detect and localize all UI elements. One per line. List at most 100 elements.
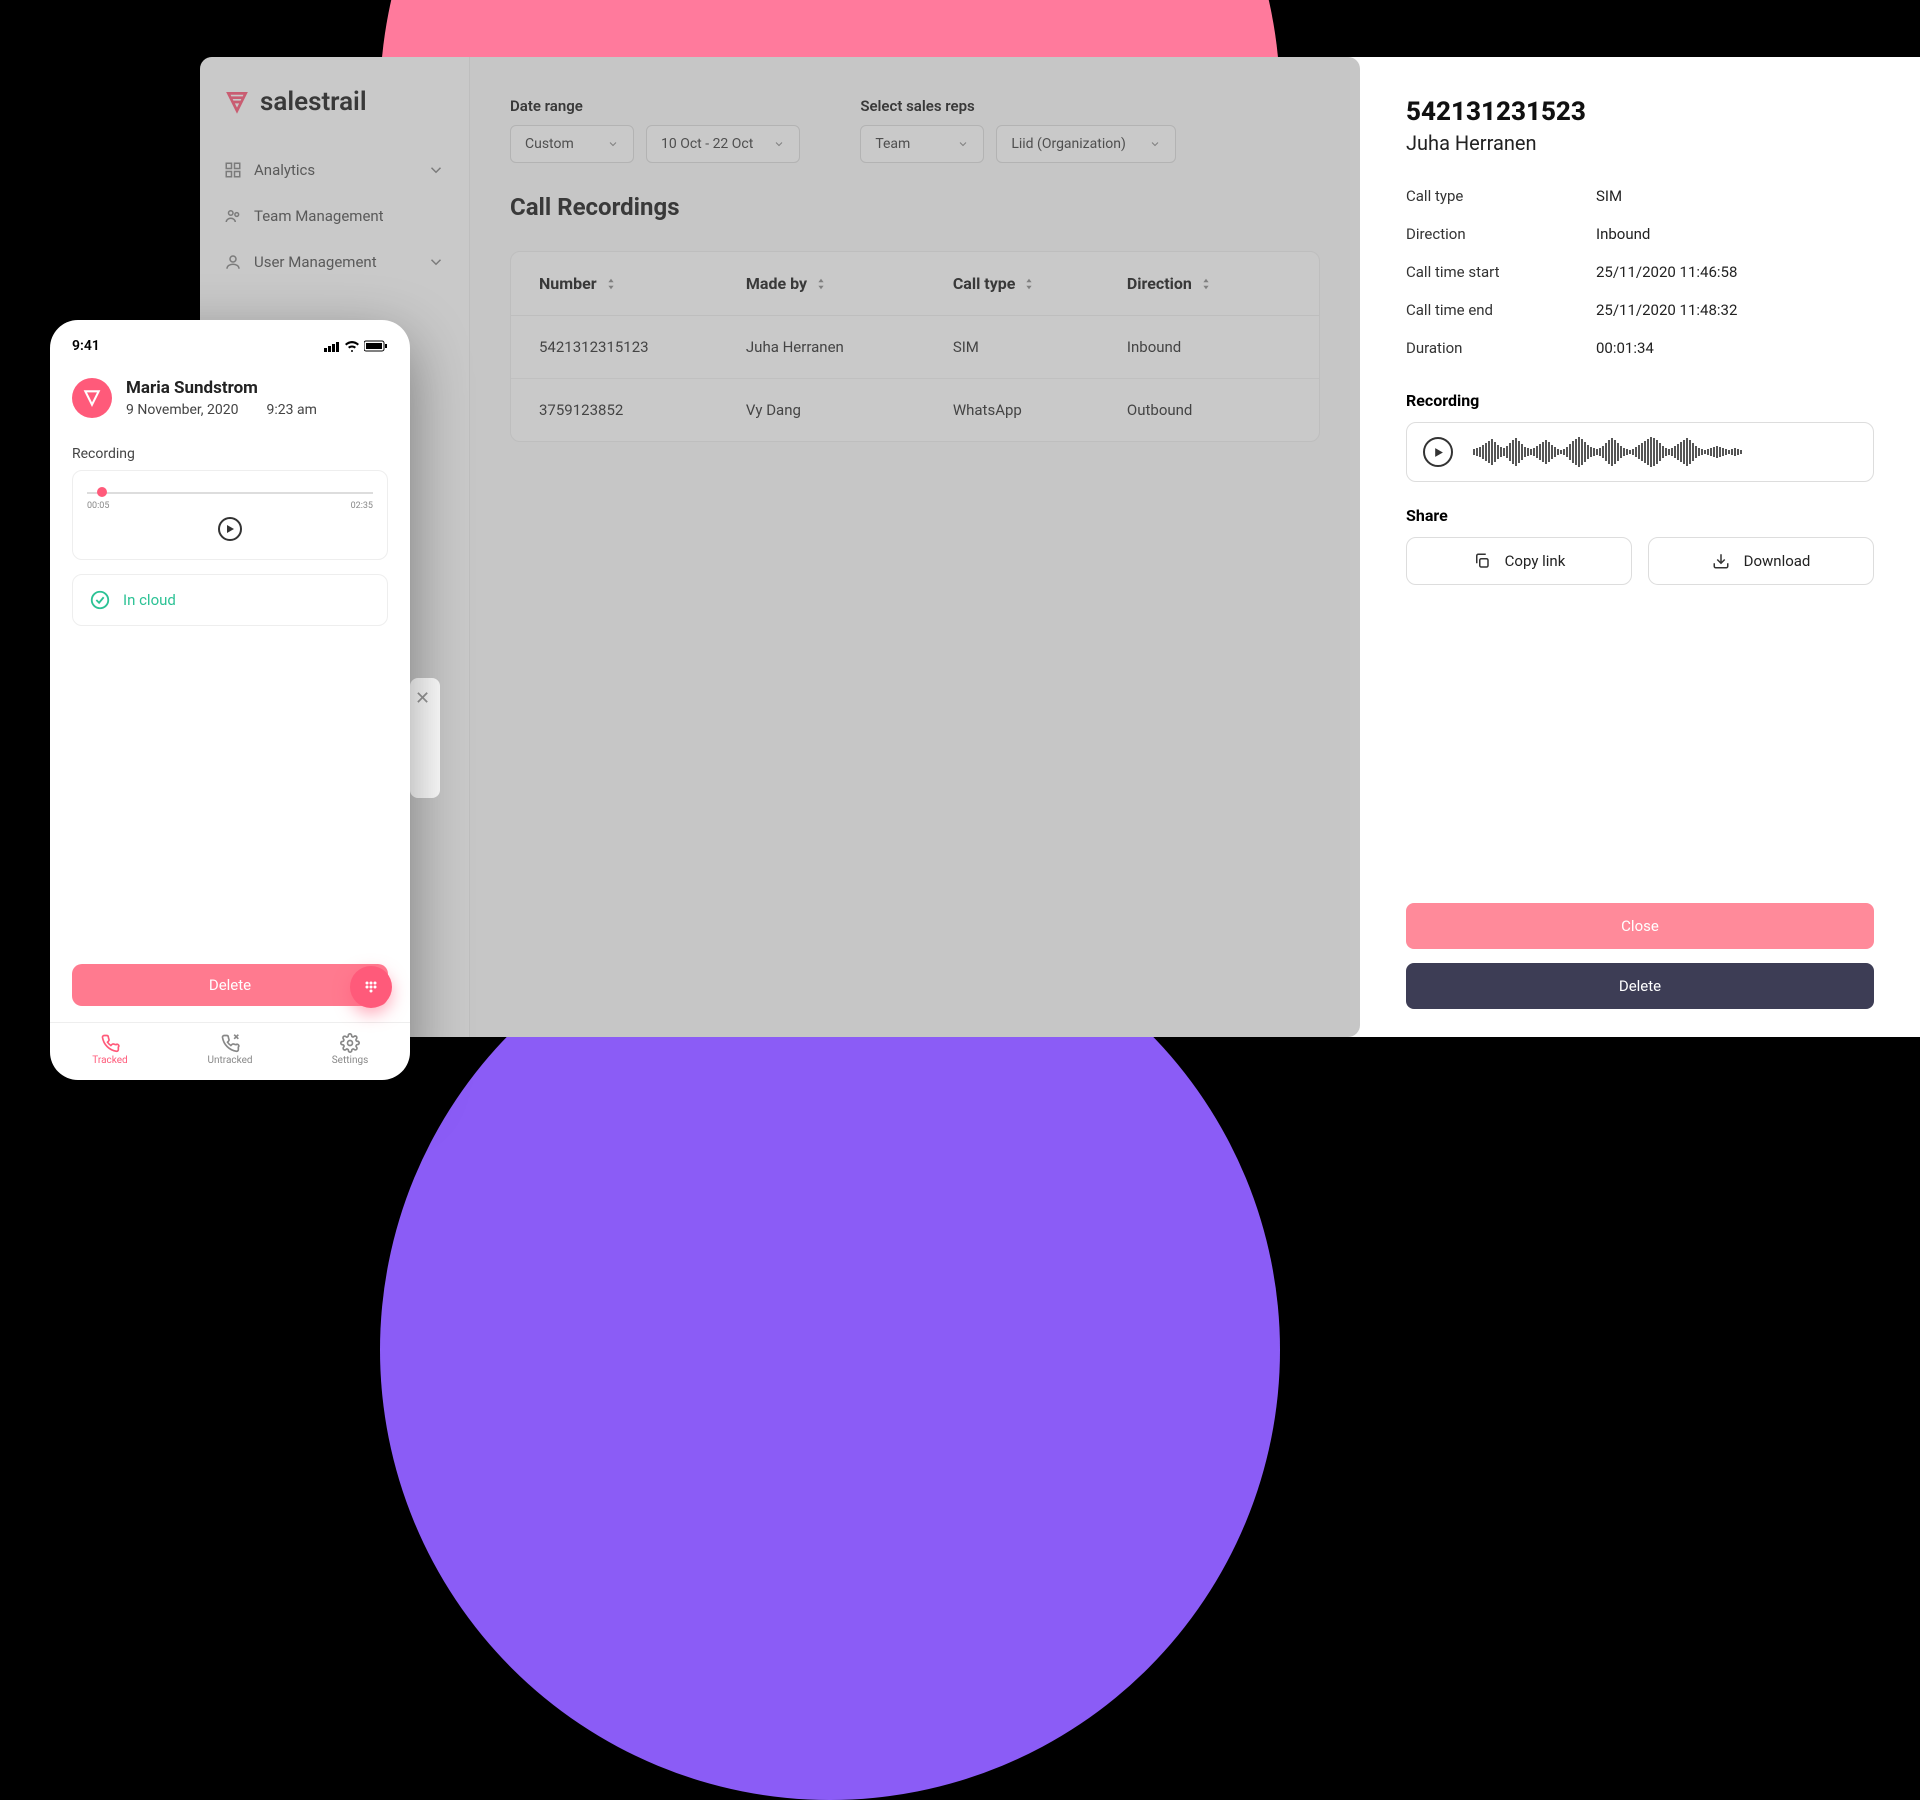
play-button[interactable] — [218, 517, 242, 541]
cell-made-by: Juha Herranen — [746, 338, 943, 356]
filter-bar: Date range Custom 10 Oct - 22 Oct Select… — [510, 97, 1320, 163]
contact-date: 9 November, 2020 — [126, 402, 239, 418]
info-value: SIM — [1596, 187, 1622, 205]
delete-button[interactable]: Delete — [72, 964, 388, 1006]
scrub-track — [87, 492, 373, 494]
reps-filter: Select sales reps Team Liid (Organizatio… — [860, 97, 1176, 163]
tab-untracked[interactable]: Untracked — [170, 1023, 290, 1080]
info-label: Call time start — [1406, 263, 1596, 281]
grid-icon — [224, 161, 242, 179]
wifi-icon — [344, 340, 360, 352]
col-made-by[interactable]: Made by — [746, 274, 943, 293]
sort-icon — [605, 277, 617, 291]
scrubber[interactable] — [87, 489, 373, 497]
date-range-select[interactable]: 10 Oct - 22 Oct — [646, 125, 800, 163]
share-label: Share — [1406, 506, 1874, 525]
info-value: 00:01:34 — [1596, 339, 1654, 357]
copy-icon — [1473, 552, 1491, 570]
date-range-filter: Date range Custom 10 Oct - 22 Oct — [510, 97, 800, 163]
detail-number: 542131231523 — [1406, 97, 1874, 127]
chevron-down-icon — [773, 138, 785, 150]
avatar — [72, 378, 112, 418]
reps-label: Select sales reps — [860, 97, 1176, 115]
info-label: Call type — [1406, 187, 1596, 205]
info-value: 25/11/2020 11:46:58 — [1596, 263, 1737, 281]
brand-icon — [224, 89, 250, 115]
user-icon — [224, 253, 242, 271]
recordings-table: Number Made by Call type Direction 54213… — [510, 251, 1320, 442]
gear-icon — [340, 1033, 360, 1053]
download-icon — [1712, 552, 1730, 570]
col-direction[interactable]: Direction — [1127, 274, 1291, 293]
mobile-mock: 9:41 Maria Sundstrom 9 November, 2020 9:… — [50, 320, 410, 1080]
waveform-player — [1406, 422, 1874, 482]
info-label: Call time end — [1406, 301, 1596, 319]
tab-bar: Tracked Untracked Settings — [50, 1022, 410, 1080]
date-range-label: Date range — [510, 97, 800, 115]
cloud-status-card: In cloud — [72, 574, 388, 626]
delete-button[interactable]: Delete — [1406, 963, 1874, 1009]
cell-direction: Outbound — [1127, 401, 1291, 419]
info-value: Inbound — [1596, 225, 1650, 243]
mobile-header: Maria Sundstrom 9 November, 2020 9:23 am — [50, 368, 410, 428]
sidebar-item-label: User Management — [254, 253, 377, 271]
brand-logo: salestrail — [200, 87, 469, 147]
sort-icon — [1200, 277, 1212, 291]
cloud-status: In cloud — [123, 591, 176, 609]
brand-icon — [82, 388, 102, 408]
cell-number: 5421312315123 — [539, 338, 736, 356]
cell-direction: Inbound — [1127, 338, 1291, 356]
table-header: Number Made by Call type Direction — [511, 252, 1319, 316]
status-icons — [324, 340, 388, 352]
close-button[interactable]: Close — [1406, 903, 1874, 949]
waveform[interactable] — [1473, 435, 1857, 469]
sidebar-item-team-management[interactable]: Team Management — [200, 193, 469, 239]
play-button[interactable] — [1423, 437, 1453, 467]
sidebar-item-analytics[interactable]: Analytics — [200, 147, 469, 193]
main-content: Date range Custom 10 Oct - 22 Oct Select… — [470, 57, 1360, 1037]
tab-settings[interactable]: Settings — [290, 1023, 410, 1080]
table-row[interactable]: 5421312315123 Juha Herranen SIM Inbound — [511, 316, 1319, 379]
time-end: 02:35 — [351, 501, 373, 511]
fab-button[interactable] — [350, 966, 392, 1008]
col-call-type[interactable]: Call type — [953, 274, 1117, 293]
chevron-down-icon — [427, 253, 445, 271]
dialpad-icon — [363, 979, 379, 995]
signal-icon — [324, 341, 340, 352]
copy-link-button[interactable]: Copy link — [1406, 537, 1632, 585]
scrub-handle[interactable] — [97, 487, 107, 497]
time-start: 00:05 — [87, 501, 109, 511]
team-select[interactable]: Team — [860, 125, 984, 163]
status-time: 9:41 — [72, 338, 100, 354]
sidebar-item-label: Analytics — [254, 161, 315, 179]
table-row[interactable]: 3759123852 Vy Dang WhatsApp Outbound — [511, 379, 1319, 441]
detail-name: Juha Herranen — [1406, 131, 1874, 155]
close-icon[interactable]: ✕ — [415, 688, 430, 709]
col-number[interactable]: Number — [539, 274, 736, 293]
contact-name: Maria Sundstrom — [126, 378, 317, 398]
team-icon — [224, 207, 242, 225]
cell-number: 3759123852 — [539, 401, 736, 419]
phone-missed-icon — [220, 1033, 240, 1053]
cell-made-by: Vy Dang — [746, 401, 943, 419]
phone-icon — [100, 1033, 120, 1053]
org-select[interactable]: Liid (Organization) — [996, 125, 1176, 163]
section-title: Call Recordings — [510, 193, 1320, 221]
tab-tracked[interactable]: Tracked — [50, 1023, 170, 1080]
sidebar-item-user-management[interactable]: User Management — [200, 239, 469, 285]
recording-card: 00:05 02:35 — [72, 470, 388, 560]
chevron-down-icon — [427, 161, 445, 179]
chevron-down-icon — [1149, 138, 1161, 150]
download-button[interactable]: Download — [1648, 537, 1874, 585]
play-icon — [1433, 447, 1444, 458]
status-bar: 9:41 — [50, 338, 410, 368]
info-label: Duration — [1406, 339, 1596, 357]
sidebar-item-label: Team Management — [254, 207, 384, 225]
detail-panel: 542131231523 Juha Herranen Call typeSIM … — [1360, 57, 1920, 1037]
brand-name: salestrail — [260, 87, 367, 117]
chevron-down-icon — [607, 138, 619, 150]
check-circle-icon — [89, 589, 111, 611]
recording-label: Recording — [1406, 391, 1874, 410]
sort-icon — [815, 277, 827, 291]
date-preset-select[interactable]: Custom — [510, 125, 634, 163]
